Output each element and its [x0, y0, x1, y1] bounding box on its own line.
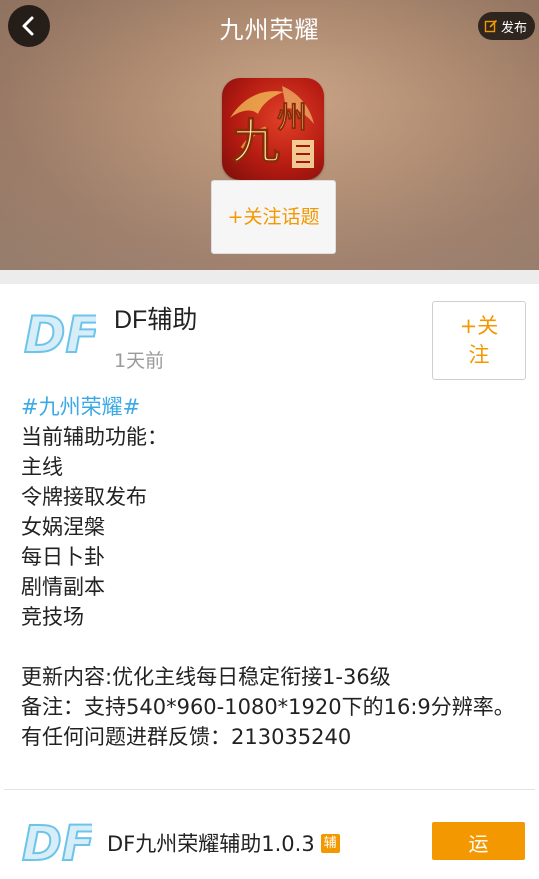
content-line: 更新内容:优化主线每日稳定衔接1-36级	[21, 665, 391, 689]
app-name: DF九州荣耀辅助1.0.3 辅	[107, 828, 340, 858]
follow-topic-button[interactable]: +关注话题	[211, 180, 336, 254]
content-line: 竞技场	[21, 605, 84, 629]
post-time: 1天前	[114, 350, 165, 372]
assist-badge: 辅	[320, 833, 340, 853]
follow-topic-label: +关注话题	[227, 206, 320, 228]
app-name-text: DF九州荣耀辅助1.0.3	[107, 832, 315, 856]
author-avatar[interactable]: DF	[22, 300, 101, 365]
author-name[interactable]: DF辅助	[114, 300, 197, 336]
content-line: 当前辅助功能：	[21, 425, 168, 449]
edit-icon	[484, 19, 498, 33]
run-button[interactable]: 运	[432, 822, 525, 860]
app-logo-icon: DF	[20, 810, 96, 873]
content-line: 每日卜卦	[21, 545, 105, 569]
svg-text:DF: DF	[24, 306, 96, 364]
topic-hashtag-link[interactable]: #九州荣耀#	[21, 392, 531, 422]
follow-user-label: +关注	[459, 313, 499, 367]
svg-text:州: 州	[277, 101, 307, 136]
section-divider	[0, 270, 539, 284]
content-line: 女娲涅槃	[21, 515, 105, 539]
svg-text:DF: DF	[22, 816, 92, 872]
content-line: 备注：支持540*960-1080*1920下的16:9分辨率。	[21, 695, 515, 719]
content-line	[21, 632, 531, 662]
page-title: 九州荣耀	[219, 16, 320, 44]
game-app-icon: 九 州	[222, 78, 324, 180]
follow-user-button[interactable]: +关注	[432, 301, 526, 380]
publish-button[interactable]: 发布	[477, 12, 535, 40]
post-body: #九州荣耀# 当前辅助功能： 主线 令牌接取发布 女娲涅槃 每日卜卦 剧情副本 …	[21, 392, 531, 752]
content-line: 主线	[21, 455, 63, 479]
content-line: 有任何问题进群反馈：213035240	[21, 725, 352, 749]
content-line: 令牌接取发布	[21, 485, 147, 509]
svg-text:九: 九	[232, 114, 280, 170]
content-line: 剧情副本	[21, 575, 105, 599]
publish-label: 发布	[500, 20, 527, 36]
